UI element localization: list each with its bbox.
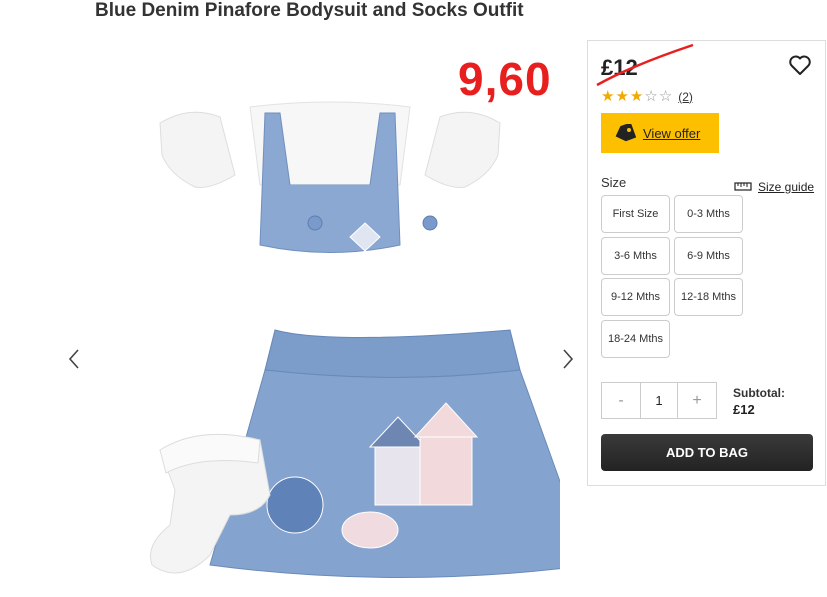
chevron-right-icon[interactable] xyxy=(560,347,576,371)
tag-icon xyxy=(614,124,636,142)
add-to-bag-button[interactable]: ADD TO BAG xyxy=(601,434,813,471)
strikethrough-annotation xyxy=(596,43,694,87)
star-rating: ★ ★ ★ ☆ ☆ (2) xyxy=(601,89,693,104)
subtotal-label: Subtotal: xyxy=(733,386,785,400)
view-offer-label: View offer xyxy=(643,125,701,141)
size-option-first-size[interactable]: First Size xyxy=(601,195,670,233)
purchase-panel: £12 ★ ★ ★ ☆ ☆ (2) View offer Size Size g… xyxy=(587,40,826,486)
star-empty-icon: ☆ xyxy=(644,88,658,105)
star-filled-icon: ★ xyxy=(601,88,615,105)
star-filled-icon: ★ xyxy=(629,88,644,105)
old-price: £12 xyxy=(596,43,694,87)
quantity-increase-button[interactable]: + xyxy=(678,383,716,418)
size-option-6-9-mths[interactable]: 6-9 Mths xyxy=(674,237,743,275)
size-option-0-3-mths[interactable]: 0-3 Mths xyxy=(674,195,743,233)
size-option-3-6-mths[interactable]: 3-6 Mths xyxy=(601,237,670,275)
sale-price-annotation: 9,60 xyxy=(458,53,552,105)
review-count-link[interactable]: (2) xyxy=(678,90,693,104)
heart-icon[interactable] xyxy=(788,53,812,77)
product-image xyxy=(150,101,560,578)
quantity-stepper: - 1 + xyxy=(601,382,717,419)
view-offer-button[interactable]: View offer xyxy=(601,113,719,153)
size-guide-link[interactable]: Size guide xyxy=(734,178,814,196)
size-option-9-12-mths[interactable]: 9-12 Mths xyxy=(601,278,670,316)
star-empty-icon: ☆ xyxy=(658,88,673,105)
size-option-18-24-mths[interactable]: 18-24 Mths xyxy=(601,320,670,358)
size-option-12-18-mths[interactable]: 12-18 Mths xyxy=(674,278,743,316)
star-filled-icon: ★ xyxy=(615,88,629,105)
chevron-left-icon[interactable] xyxy=(66,347,82,371)
size-guide-label: Size guide xyxy=(758,180,815,194)
subtotal-value: £12 xyxy=(733,402,755,417)
quantity-input[interactable]: 1 xyxy=(640,383,678,418)
product-gallery xyxy=(60,95,590,597)
quantity-decrease-button[interactable]: - xyxy=(602,383,640,418)
size-label: Size xyxy=(601,175,627,190)
page-title: Blue Denim Pinafore Bodysuit and Socks O… xyxy=(95,0,524,21)
ruler-icon xyxy=(734,178,752,196)
